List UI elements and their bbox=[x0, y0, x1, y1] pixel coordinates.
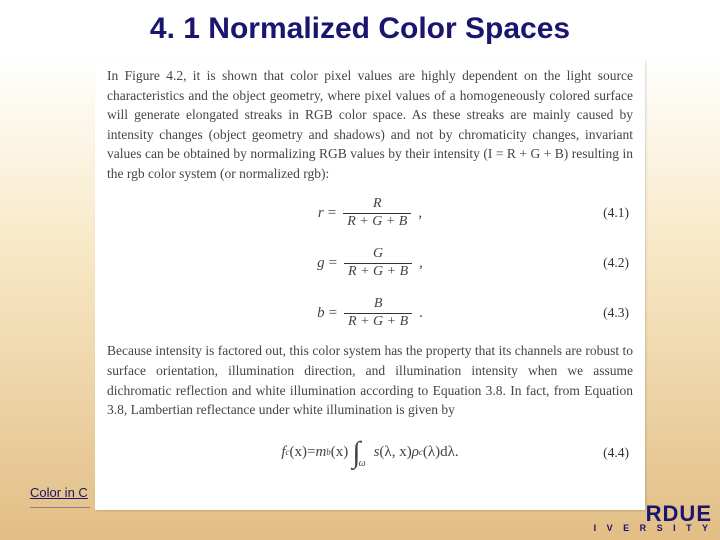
eq2-lhs: g bbox=[317, 253, 325, 275]
eq1-fraction: R R + G + B bbox=[343, 196, 411, 231]
eq3-fraction: B R + G + B bbox=[344, 296, 412, 331]
brand-sub: I V E R S I T Y bbox=[594, 524, 712, 532]
eq4-equals: = bbox=[307, 442, 315, 464]
eq4-dlambda: dλ. bbox=[440, 442, 459, 464]
eq2-tag: (4.2) bbox=[603, 254, 629, 274]
eq2-punct: , bbox=[419, 253, 423, 275]
equation-4-3: b = B R + G + B . (4.3) bbox=[107, 291, 633, 335]
equation-4-4: fc (x) = mb (x) ∫ ω s (λ, x) ρc (λ) dλ. … bbox=[107, 428, 633, 478]
eq3-lhs: b bbox=[317, 303, 325, 325]
equation-4-1: r = R R + G + B , (4.1) bbox=[107, 191, 633, 235]
eq3-tag: (4.3) bbox=[603, 304, 629, 324]
paragraph-1: In Figure 4.2, it is shown that color pi… bbox=[107, 66, 633, 183]
slide: 4. 1 Normalized Color Spaces In Figure 4… bbox=[0, 0, 720, 540]
eq4-m: m bbox=[315, 442, 326, 464]
eq4-tag: (4.4) bbox=[603, 443, 629, 463]
eq4-rho: ρ bbox=[412, 442, 419, 464]
eq3-denominator: R + G + B bbox=[344, 314, 412, 331]
eq4-m-arg: (x) bbox=[331, 442, 349, 464]
eq1-tag: (4.1) bbox=[603, 204, 629, 224]
eq2-denominator: R + G + B bbox=[344, 264, 412, 281]
book-excerpt: In Figure 4.2, it is shown that color pi… bbox=[95, 60, 645, 510]
eq3-punct: . bbox=[419, 303, 423, 325]
equation-4-2: g = G R + G + B , (4.2) bbox=[107, 241, 633, 285]
eq4-rho-args: (λ) bbox=[423, 442, 440, 464]
eq3-numerator: B bbox=[370, 296, 387, 313]
eq4-f-arg: (x) bbox=[289, 442, 307, 464]
eq1-numerator: R bbox=[369, 196, 386, 213]
eq1-denominator: R + G + B bbox=[343, 214, 411, 231]
eq4-s-args: (λ, x) bbox=[379, 442, 411, 464]
eq2-numerator: G bbox=[369, 246, 387, 263]
slide-title: 4. 1 Normalized Color Spaces bbox=[0, 12, 720, 46]
eq2-fraction: G R + G + B bbox=[344, 246, 412, 281]
paragraph-2: Because intensity is factored out, this … bbox=[107, 341, 633, 419]
brand-logo: RDUE I V E R S I T Y bbox=[594, 504, 712, 532]
footer-underline bbox=[30, 507, 90, 508]
eq4-int-sub: ω bbox=[359, 457, 366, 472]
footer-link[interactable]: Color in C bbox=[30, 485, 88, 500]
eq1-lhs: r bbox=[318, 203, 324, 225]
eq4-integral: ∫ ω bbox=[352, 441, 369, 465]
eq1-punct: , bbox=[418, 203, 422, 225]
